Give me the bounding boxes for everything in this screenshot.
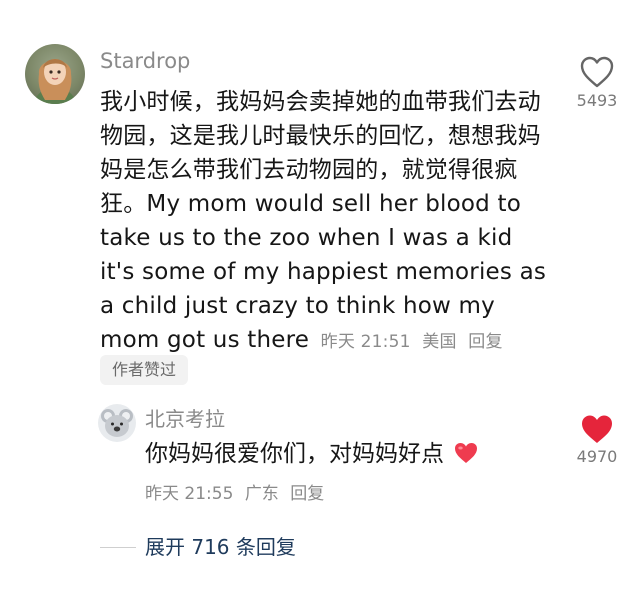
comment-body-text: 我小时候，我妈妈会卖掉她的血带我们去动物园，这是我儿时最快乐的回忆，想想我妈妈是…	[100, 89, 547, 353]
heart-filled-icon[interactable]	[570, 413, 624, 445]
koala-avatar-icon	[101, 409, 133, 437]
reply-like-button[interactable]: 4970	[570, 413, 624, 466]
expand-divider	[100, 547, 136, 548]
comment-text: 我小时候，我妈妈会卖掉她的血带我们去动物园，这是我儿时最快乐的回忆，想想我妈妈是…	[100, 85, 550, 359]
expand-replies-button[interactable]: 展开 716 条回复	[145, 533, 296, 561]
reply-time: 昨天 21:55	[145, 484, 234, 504]
red-heart-emoji-icon	[455, 443, 478, 463]
reply-location: 广东	[244, 484, 279, 504]
reply-reply-button[interactable]: 回复	[290, 484, 324, 504]
comment-location: 美国	[422, 332, 457, 352]
heart-outline-icon[interactable]	[570, 55, 624, 89]
comment-meta: 昨天 21:51 美国 回复	[321, 332, 503, 352]
comment-reply-button[interactable]: 回复	[468, 332, 502, 352]
reply-text: 你妈妈很爱你们，对妈妈好点	[145, 437, 479, 471]
reply-avatar[interactable]	[98, 404, 136, 442]
comment-like-button[interactable]: 5493	[570, 55, 624, 110]
author-liked-badge: 作者赞过	[100, 355, 189, 385]
reply-like-count: 4970	[576, 447, 618, 466]
reply-meta: 昨天 21:55 广东 回复	[145, 481, 324, 507]
avatar-portrait-icon	[35, 59, 75, 104]
comment-time: 昨天 21:51	[320, 332, 411, 352]
reply-username[interactable]: 北京考拉	[145, 405, 225, 433]
avatar[interactable]	[25, 44, 85, 104]
reply-body-text: 你妈妈很爱你们，对妈妈好点	[145, 441, 444, 467]
comment-username[interactable]: Stardrop	[100, 47, 190, 75]
comment-like-count: 5493	[576, 91, 618, 110]
